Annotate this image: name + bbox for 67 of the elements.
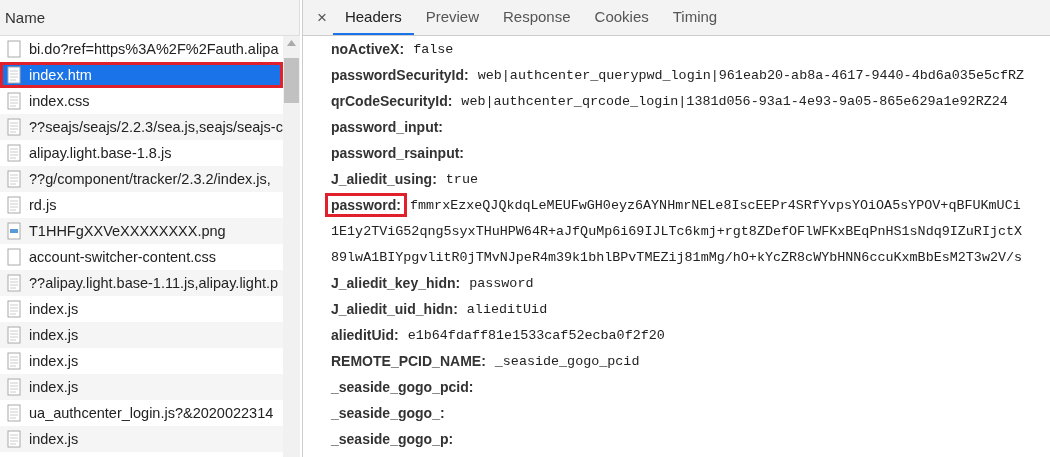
file-row[interactable]: ??g/component/tracker/2.3.2/index.js,: [0, 166, 283, 192]
field-name: REMOTE_PCID_NAME:: [330, 352, 487, 371]
field-value: web|authcenter_qrcode_login|1381d056-93a1-4e93-9a05-865e629a1e92RZ24: [461, 93, 1008, 109]
file-row[interactable]: index.js: [0, 348, 283, 374]
close-button[interactable]: ×: [311, 0, 333, 35]
file-row[interactable]: alipay.light.base-1.8.js: [0, 140, 283, 166]
scrollbar[interactable]: [283, 36, 300, 457]
file-icon: [7, 378, 21, 396]
file-icon: [7, 92, 21, 110]
field-value: alieditUid: [466, 301, 548, 317]
file-icon: [7, 40, 21, 58]
field-name: J_aliedit_key_hidn:: [330, 274, 462, 293]
file-row[interactable]: ??alipay.light.base-1.11.js,alipay.light.p: [0, 270, 283, 296]
file-icon: [7, 66, 21, 84]
image-file-icon: [7, 222, 21, 240]
file-icon: [7, 144, 21, 162]
tab[interactable]: Preview: [413, 0, 491, 35]
file-icon: [7, 352, 21, 370]
field-name: password_rsainput:: [330, 144, 466, 163]
file-icon: [7, 300, 21, 318]
field-value: 89lwA1BIYpgvlitR0jTMvNJpeR4m39k1bhlBPvTMEZij81mMg/hO+kYcZR8cWYbHNN6ccuKxmBbEsM2T3w2V/s: [331, 249, 1023, 265]
field-name: _seaside_gogo_p:: [330, 430, 455, 449]
file-row[interactable]: account-switcher-content.css: [0, 244, 283, 270]
field-name: _seaside_gogo_:: [330, 404, 446, 423]
field-name: password_input:: [330, 118, 444, 137]
field-name: passwordSecurityId:: [330, 66, 470, 85]
file-row[interactable]: ??seajs/seajs/2.2.3/sea.js,seajs/seajs-c: [0, 114, 283, 140]
tab[interactable]: Timing: [660, 0, 730, 35]
field-value: _seaside_gogo_pcid: [494, 353, 640, 369]
scroll-up-icon[interactable]: [287, 40, 296, 46]
scroll-thumb[interactable]: [284, 58, 299, 103]
field-name: alieditUid:: [330, 326, 400, 345]
file-row[interactable]: index.css: [0, 88, 283, 114]
field-value: e1b64fdaff81e1533caf52ecba0f2f20: [407, 327, 665, 343]
file-row[interactable]: bi.do?ref=https%3A%2F%2Fauth.alipa: [0, 36, 283, 62]
file-icon: [7, 118, 21, 136]
column-header[interactable]: Name: [0, 0, 300, 36]
file-icon: [7, 326, 21, 344]
file-row[interactable]: index.js: [0, 374, 283, 400]
file-row[interactable]: index.js: [0, 296, 283, 322]
field-value: true: [445, 171, 478, 187]
file-icon: [7, 430, 21, 448]
tab[interactable]: Cookies: [582, 0, 661, 35]
file-row[interactable]: ua_authcenter_login.js?&2020022314: [0, 400, 283, 426]
field-name: J_aliedit_uid_hidn:: [330, 300, 459, 319]
field-name: _seaside_gogo_pcid:: [330, 378, 475, 397]
field-name: J_aliedit_using:: [330, 170, 438, 189]
file-icon: [7, 170, 21, 188]
file-row[interactable]: index.js: [0, 426, 283, 452]
field-value: password: [469, 275, 534, 291]
field-name: noActiveX:: [330, 40, 406, 59]
file-icon: [7, 404, 21, 422]
field-name: qrCodeSecurityId:: [330, 92, 454, 111]
field-value: 1E1y2TViG52qng5syxTHuHPW64R+aJfQuMp6i69IJLTc6kmj+rgt8ZDefOFlWFKxBEqPnHS1sNdq9IZuRIjctX: [331, 223, 1023, 239]
file-row[interactable]: index.js: [0, 322, 283, 348]
file-icon: [7, 248, 21, 266]
field-value: fmmrxEzxeQJQkdqLeMEUFwGH0eyz6AYNHmrNELe8IscEEPr4SRfYvpsYOiOA5sYPOV+qBFUKmUCi: [410, 197, 1021, 213]
tab[interactable]: Response: [491, 0, 583, 35]
file-row[interactable]: index.htm: [0, 62, 283, 88]
tab[interactable]: Headers: [332, 0, 414, 35]
field-value: web|authcenter_querypwd_login|961eab20-ab8a-4617-9440-4bd6a035e5cfRZ: [477, 67, 1025, 83]
field-name: password:: [325, 193, 407, 217]
field-value: false: [413, 41, 454, 57]
file-row[interactable]: T1HHFgXXVeXXXXXXXX.png: [0, 218, 283, 244]
file-icon: [7, 274, 21, 292]
file-row[interactable]: rd.js: [0, 192, 283, 218]
file-icon: [7, 196, 21, 214]
